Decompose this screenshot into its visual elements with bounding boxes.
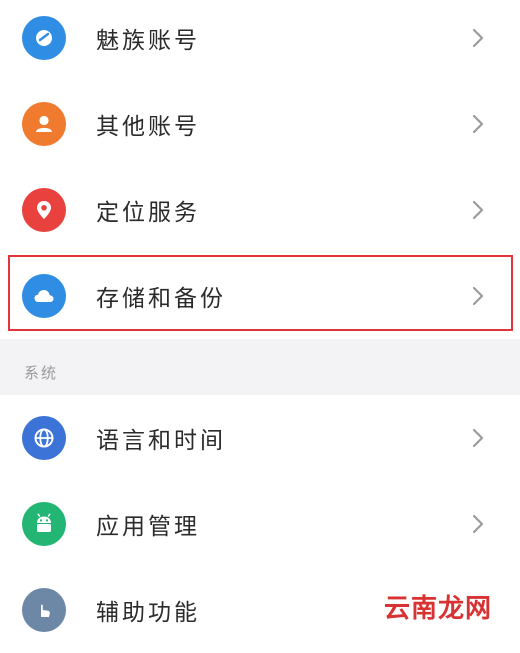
settings-item-label: 存储和备份: [96, 286, 226, 312]
chevron-right-icon: [466, 426, 490, 450]
globe-icon: [22, 416, 66, 460]
meizu-account-icon: [22, 16, 66, 60]
chevron-right-icon: [466, 26, 490, 50]
settings-item-label: 辅助功能: [96, 600, 200, 626]
chevron-right-icon: [466, 112, 490, 136]
hand-icon: [22, 588, 66, 632]
settings-item-label: 其他账号: [96, 114, 200, 140]
settings-item-location-services[interactable]: 定位服务: [0, 167, 520, 253]
watermark: 云南龙网: [384, 588, 492, 625]
cloud-icon: [22, 274, 66, 318]
section-divider: [0, 339, 520, 395]
watermark-text: 云南龙网: [384, 594, 493, 624]
android-icon: [22, 502, 66, 546]
settings-item-label: 定位服务: [96, 200, 200, 226]
section-title: 系统: [24, 364, 59, 382]
settings-item-meizu-account[interactable]: 魅族账号: [0, 0, 520, 81]
settings-item-other-accounts[interactable]: 其他账号: [0, 81, 520, 167]
settings-item-label: 语言和时间: [96, 428, 226, 454]
settings-item-label: 魅族账号: [96, 28, 200, 54]
settings-item-label: 应用管理: [96, 514, 200, 540]
user-icon: [22, 102, 66, 146]
location-pin-icon: [22, 188, 66, 232]
chevron-right-icon: [466, 284, 490, 308]
chevron-right-icon: [466, 198, 490, 222]
settings-item-app-management[interactable]: 应用管理: [0, 481, 520, 567]
chevron-right-icon: [466, 512, 490, 536]
settings-item-storage-backup[interactable]: 存储和备份: [0, 253, 520, 339]
settings-item-language-time[interactable]: 语言和时间: [0, 395, 520, 481]
